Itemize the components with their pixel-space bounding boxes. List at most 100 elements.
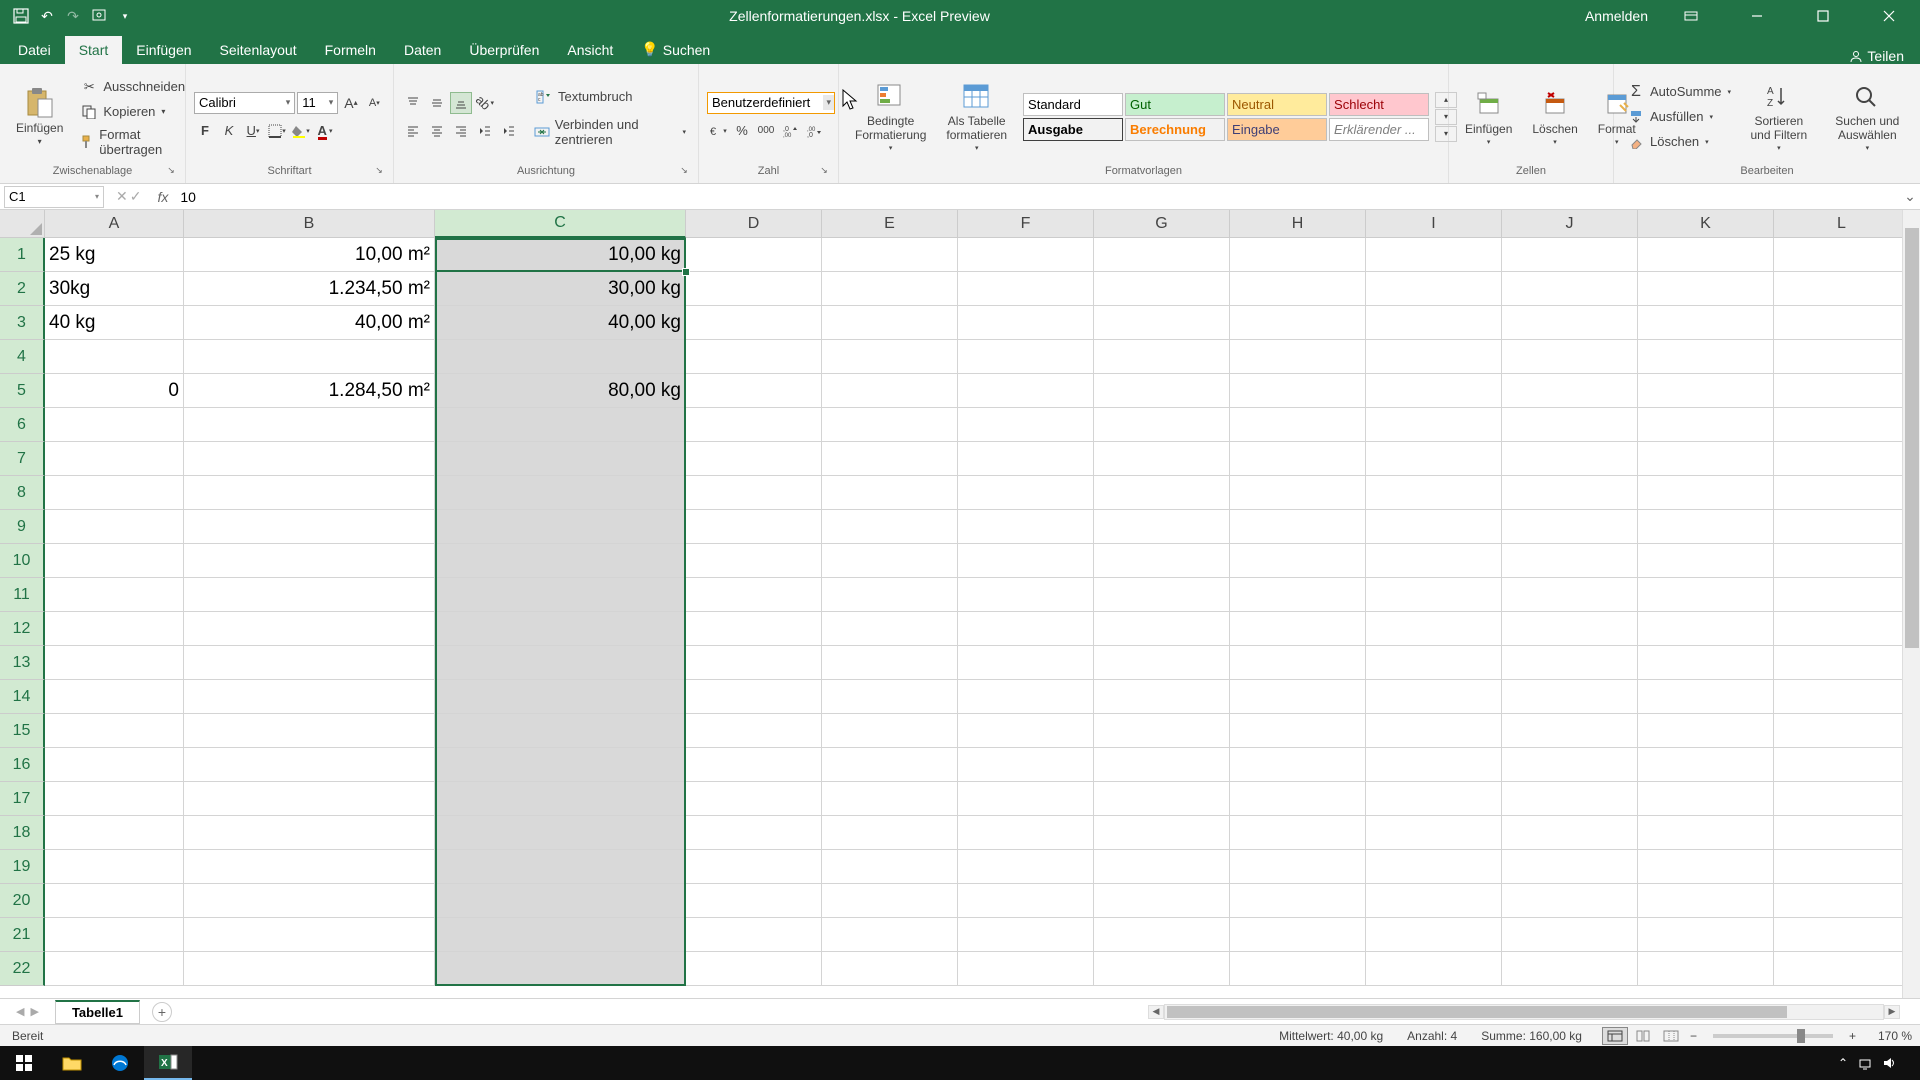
style-gut[interactable]: Gut: [1125, 93, 1225, 116]
cell-F16[interactable]: [958, 748, 1094, 782]
cell-L13[interactable]: [1774, 646, 1910, 680]
cell-D12[interactable]: [686, 612, 822, 646]
view-normal-icon[interactable]: [1602, 1027, 1628, 1045]
row-header-15[interactable]: 15: [0, 714, 45, 748]
cell-F19[interactable]: [958, 850, 1094, 884]
cell-C6[interactable]: [435, 408, 686, 442]
cell-C4[interactable]: [435, 340, 686, 374]
cell-H17[interactable]: [1230, 782, 1366, 816]
cell-L16[interactable]: [1774, 748, 1910, 782]
cell-G15[interactable]: [1094, 714, 1230, 748]
cell-L3[interactable]: [1774, 306, 1910, 340]
save-icon[interactable]: [12, 7, 30, 25]
cell-A19[interactable]: [45, 850, 184, 884]
cell-J1[interactable]: [1502, 238, 1638, 272]
cell-K11[interactable]: [1638, 578, 1774, 612]
excel-taskbar-icon[interactable]: X: [144, 1046, 192, 1080]
cell-H10[interactable]: [1230, 544, 1366, 578]
row-header-22[interactable]: 22: [0, 952, 45, 986]
cell-K19[interactable]: [1638, 850, 1774, 884]
zoom-in-icon[interactable]: +: [1843, 1029, 1862, 1043]
cell-D2[interactable]: [686, 272, 822, 306]
cell-D1[interactable]: [686, 238, 822, 272]
tab-start[interactable]: Start: [65, 36, 123, 64]
start-menu-icon[interactable]: [0, 1046, 48, 1080]
cell-H18[interactable]: [1230, 816, 1366, 850]
cell-L10[interactable]: [1774, 544, 1910, 578]
cell-K9[interactable]: [1638, 510, 1774, 544]
cell-K12[interactable]: [1638, 612, 1774, 646]
cell-H3[interactable]: [1230, 306, 1366, 340]
cell-E20[interactable]: [822, 884, 958, 918]
cell-C2[interactable]: 30,00 kg: [435, 272, 686, 306]
cell-I2[interactable]: [1366, 272, 1502, 306]
cell-H19[interactable]: [1230, 850, 1366, 884]
cell-F20[interactable]: [958, 884, 1094, 918]
cell-E9[interactable]: [822, 510, 958, 544]
cell-K15[interactable]: [1638, 714, 1774, 748]
col-header-D[interactable]: D: [686, 210, 822, 238]
cell-K20[interactable]: [1638, 884, 1774, 918]
row-header-20[interactable]: 20: [0, 884, 45, 918]
cell-H2[interactable]: [1230, 272, 1366, 306]
style-berechnung[interactable]: Berechnung: [1125, 118, 1225, 141]
cell-I4[interactable]: [1366, 340, 1502, 374]
cell-C13[interactable]: [435, 646, 686, 680]
cell-B21[interactable]: [184, 918, 435, 952]
col-header-E[interactable]: E: [822, 210, 958, 238]
cell-K14[interactable]: [1638, 680, 1774, 714]
cell-E14[interactable]: [822, 680, 958, 714]
cell-E12[interactable]: [822, 612, 958, 646]
cell-I19[interactable]: [1366, 850, 1502, 884]
cell-J5[interactable]: [1502, 374, 1638, 408]
col-header-A[interactable]: A: [45, 210, 184, 238]
cell-B12[interactable]: [184, 612, 435, 646]
orientation-button[interactable]: ab▾: [474, 92, 496, 114]
col-header-H[interactable]: H: [1230, 210, 1366, 238]
cell-F2[interactable]: [958, 272, 1094, 306]
cell-G16[interactable]: [1094, 748, 1230, 782]
cell-D16[interactable]: [686, 748, 822, 782]
cell-E21[interactable]: [822, 918, 958, 952]
cell-K18[interactable]: [1638, 816, 1774, 850]
cell-B22[interactable]: [184, 952, 435, 986]
increase-decimal-button[interactable]: ,0,00: [779, 120, 801, 142]
cell-G14[interactable]: [1094, 680, 1230, 714]
cell-D3[interactable]: [686, 306, 822, 340]
cell-E3[interactable]: [822, 306, 958, 340]
cell-E5[interactable]: [822, 374, 958, 408]
cell-A2[interactable]: 30kg: [45, 272, 184, 306]
align-right-button[interactable]: [450, 120, 472, 142]
cell-B11[interactable]: [184, 578, 435, 612]
cell-J19[interactable]: [1502, 850, 1638, 884]
decrease-decimal-button[interactable]: ,00,0: [803, 120, 825, 142]
style-ausgabe[interactable]: Ausgabe: [1023, 118, 1123, 141]
cell-D4[interactable]: [686, 340, 822, 374]
cell-I8[interactable]: [1366, 476, 1502, 510]
row-header-2[interactable]: 2: [0, 272, 45, 306]
cell-E17[interactable]: [822, 782, 958, 816]
cell-D13[interactable]: [686, 646, 822, 680]
cell-C16[interactable]: [435, 748, 686, 782]
cell-B5[interactable]: 1.284,50 m²: [184, 374, 435, 408]
zoom-level[interactable]: 170 %: [1862, 1029, 1912, 1043]
increase-indent-button[interactable]: [498, 120, 520, 142]
cell-G17[interactable]: [1094, 782, 1230, 816]
cell-G5[interactable]: [1094, 374, 1230, 408]
cell-J21[interactable]: [1502, 918, 1638, 952]
cell-H7[interactable]: [1230, 442, 1366, 476]
cell-D17[interactable]: [686, 782, 822, 816]
cell-L11[interactable]: [1774, 578, 1910, 612]
col-header-J[interactable]: J: [1502, 210, 1638, 238]
cell-A14[interactable]: [45, 680, 184, 714]
cell-C22[interactable]: [435, 952, 686, 986]
cell-D6[interactable]: [686, 408, 822, 442]
row-header-11[interactable]: 11: [0, 578, 45, 612]
cell-L2[interactable]: [1774, 272, 1910, 306]
cell-F7[interactable]: [958, 442, 1094, 476]
cell-I5[interactable]: [1366, 374, 1502, 408]
insert-cells-button[interactable]: Einfügen▾: [1457, 84, 1520, 150]
cell-C21[interactable]: [435, 918, 686, 952]
cell-B2[interactable]: 1.234,50 m²: [184, 272, 435, 306]
cell-G6[interactable]: [1094, 408, 1230, 442]
